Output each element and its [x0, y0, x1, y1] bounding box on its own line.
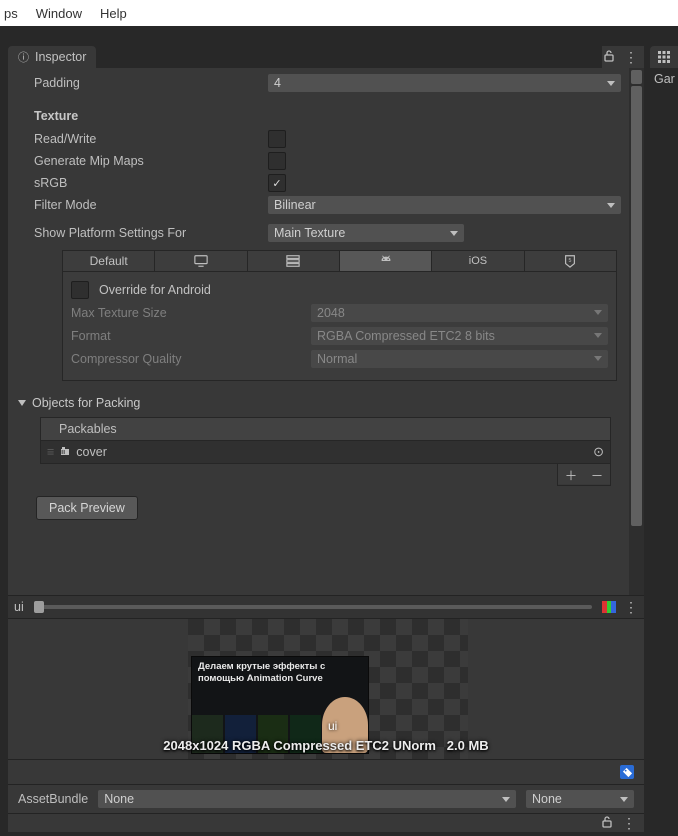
right-panel-label[interactable]: Gar: [650, 68, 678, 90]
platform-label: Show Platform Settings For: [34, 226, 268, 240]
override-checkbox[interactable]: [71, 281, 89, 299]
mipmaps-checkbox[interactable]: [268, 152, 286, 170]
preview-info: 2048x1024 RGBA Compressed ETC2 UNorm 2.0…: [8, 738, 644, 753]
chevron-down-icon: [594, 356, 602, 361]
lock-icon[interactable]: [602, 49, 616, 66]
add-button[interactable]: ＋: [558, 464, 584, 484]
srgb-row: sRGB: [8, 172, 629, 194]
packing-foldout[interactable]: Objects for Packing: [8, 391, 629, 415]
texture-heading: Texture: [8, 104, 629, 128]
readwrite-label: Read/Write: [34, 132, 268, 146]
preview-area: ui ⋮ Делаем крутые эффекты с помощью Ani…: [8, 595, 644, 832]
right-panel-tab: Gar: [650, 46, 678, 90]
chevron-down-icon: [607, 81, 615, 86]
tab-inspector[interactable]: ⓘ Inspector: [8, 46, 96, 68]
quality-label: Compressor Quality: [71, 352, 301, 366]
scrollbar-thumb[interactable]: [631, 86, 642, 526]
filtermode-dropdown[interactable]: Bilinear: [268, 196, 621, 214]
svg-text:5: 5: [569, 258, 572, 264]
inspector-fields: Padding 4 Texture Read/Write Generate Mi…: [8, 68, 629, 595]
padding-label: Padding: [34, 76, 268, 90]
readwrite-row: Read/Write: [8, 128, 629, 150]
menu-item[interactable]: Help: [100, 6, 127, 21]
filtermode-row: Filter Mode Bilinear: [8, 194, 629, 216]
chevron-down-icon: [594, 310, 602, 315]
override-label: Override for Android: [99, 283, 211, 297]
tab-label: Inspector: [35, 50, 86, 64]
chevron-down-icon: [594, 333, 602, 338]
preview-name: ui: [14, 600, 24, 614]
scrollbar[interactable]: [629, 68, 644, 595]
preview-canvas[interactable]: Делаем крутые эффекты с помощью Animatio…: [8, 619, 644, 759]
padding-row: Padding 4: [8, 72, 629, 94]
lock-icon[interactable]: [600, 815, 614, 832]
assetbundle-dropdown[interactable]: None: [98, 790, 516, 808]
platform-tab-server[interactable]: [248, 250, 340, 272]
platform-tab-android[interactable]: [340, 250, 432, 272]
maxsize-label: Max Texture Size: [71, 306, 301, 320]
override-row: Override for Android: [71, 278, 608, 301]
platform-tab-default[interactable]: Default: [62, 250, 155, 272]
quality-dropdown[interactable]: Normal: [311, 350, 608, 368]
app-area: Gar ⓘ Inspector ⋮ Padding 4: [0, 26, 678, 836]
object-picker-icon[interactable]: ⊙: [593, 444, 604, 460]
platform-tab-webgl[interactable]: 5: [525, 250, 617, 272]
maxsize-dropdown[interactable]: 2048: [311, 304, 608, 322]
chevron-down-icon: [607, 203, 615, 208]
platform-row: Show Platform Settings For Main Texture: [8, 222, 629, 244]
remove-button[interactable]: －: [584, 464, 610, 484]
platform-tab-standalone[interactable]: [155, 250, 247, 272]
preview-toolbar: ui ⋮: [8, 595, 644, 619]
status-bar: ⋮: [8, 813, 644, 832]
preview-zoom-slider[interactable]: [34, 605, 592, 609]
menu-item[interactable]: ps: [4, 6, 18, 21]
chevron-down-icon: [18, 400, 26, 406]
packables-header: Packables: [40, 417, 611, 441]
packable-item[interactable]: ≡ cover ⊙: [40, 441, 611, 464]
filtermode-label: Filter Mode: [34, 198, 268, 212]
tab-bar: ⓘ Inspector ⋮: [8, 46, 644, 68]
format-label: Format: [71, 329, 301, 343]
chevron-down-icon: [502, 797, 510, 802]
drag-handle-icon[interactable]: ≡: [47, 445, 52, 459]
info-icon: ⓘ: [18, 49, 29, 65]
assetbundle-row: AssetBundle None None: [8, 784, 644, 813]
grid-icon[interactable]: [650, 46, 678, 68]
mipmaps-label: Generate Mip Maps: [34, 154, 268, 168]
format-dropdown[interactable]: RGBA Compressed ETC2 8 bits: [311, 327, 608, 345]
chevron-down-icon: [620, 797, 628, 802]
pack-preview-button[interactable]: Pack Preview: [36, 496, 138, 520]
platform-settings: Default iOS 5: [62, 250, 617, 381]
scroll-up-icon[interactable]: [631, 70, 642, 84]
menu-item[interactable]: Window: [36, 6, 82, 21]
platform-tab-ios[interactable]: iOS: [432, 250, 524, 272]
kebab-icon[interactable]: ⋮: [624, 49, 638, 66]
packable-name: cover: [76, 445, 107, 459]
srgb-label: sRGB: [34, 176, 268, 190]
kebab-icon[interactable]: ⋮: [624, 599, 638, 616]
padding-dropdown[interactable]: 4: [268, 74, 621, 92]
srgb-checkbox[interactable]: [268, 174, 286, 192]
preview-ui-tag: ui: [328, 719, 337, 733]
assetbundle-label: AssetBundle: [18, 792, 88, 806]
chevron-down-icon: [450, 231, 458, 236]
menubar: ps Window Help: [0, 0, 678, 26]
asset-label-icon[interactable]: [620, 765, 634, 779]
assetbundle-variant-dropdown[interactable]: None: [526, 790, 634, 808]
rgb-icon[interactable]: [602, 601, 616, 613]
mipmaps-row: Generate Mip Maps: [8, 150, 629, 172]
folder-icon: [58, 444, 72, 461]
readwrite-checkbox[interactable]: [268, 130, 286, 148]
platform-target-dropdown[interactable]: Main Texture: [268, 224, 464, 242]
inspector-panel: ⓘ Inspector ⋮ Padding 4 Te: [8, 46, 644, 832]
kebab-icon[interactable]: ⋮: [622, 815, 636, 832]
